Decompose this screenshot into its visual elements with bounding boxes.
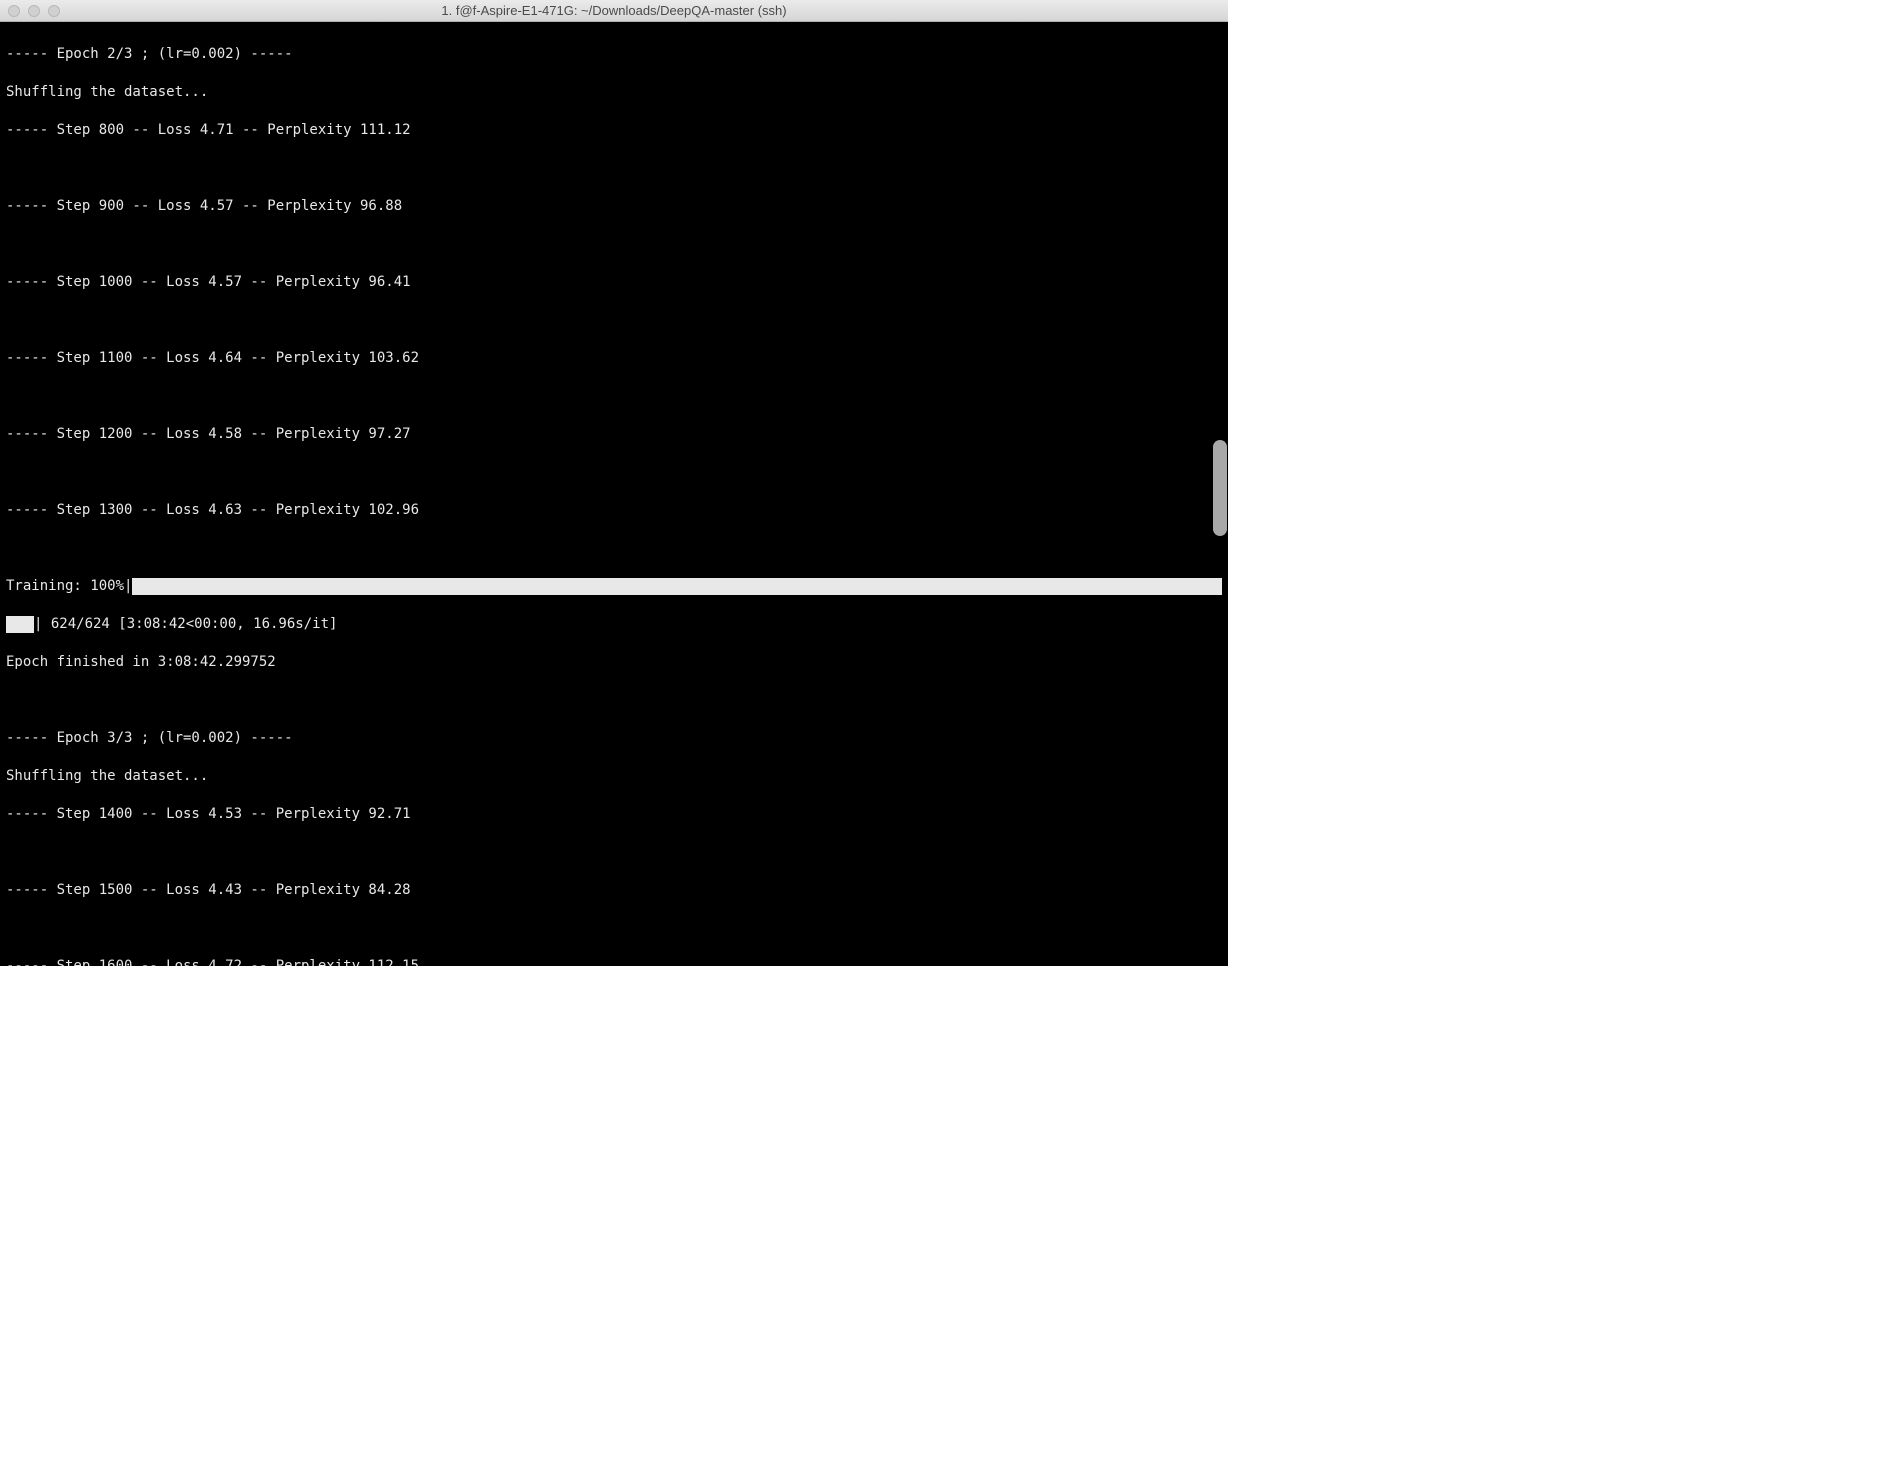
progress-bar-line: Training: 100%| [6, 577, 1222, 596]
terminal-line [6, 235, 1222, 254]
traffic-lights [8, 5, 60, 17]
terminal-line [6, 843, 1222, 862]
terminal-line [6, 919, 1222, 938]
terminal-line: ----- Epoch 3/3 ; (lr=0.002) ----- [6, 729, 1222, 748]
maximize-icon[interactable] [48, 5, 60, 17]
terminal-window: 1. f@f-Aspire-E1-471G: ~/Downloads/DeepQ… [0, 0, 1228, 966]
terminal-line: Shuffling the dataset... [6, 83, 1222, 102]
terminal-line: ----- Step 1300 -- Loss 4.63 -- Perplexi… [6, 501, 1222, 520]
minimize-icon[interactable] [28, 5, 40, 17]
progress-remainder-line: | 624/624 [3:08:42<00:00, 16.96s/it] [6, 615, 1222, 634]
terminal-line [6, 311, 1222, 330]
terminal-line: ----- Step 1000 -- Loss 4.57 -- Perplexi… [6, 273, 1222, 292]
terminal-line [6, 159, 1222, 178]
terminal-line [6, 539, 1222, 558]
progress-bar-fill [132, 578, 1222, 595]
terminal-line [6, 691, 1222, 710]
terminal-line: ----- Step 900 -- Loss 4.57 -- Perplexit… [6, 197, 1222, 216]
window-titlebar[interactable]: 1. f@f-Aspire-E1-471G: ~/Downloads/DeepQ… [0, 0, 1228, 22]
terminal-line: ----- Epoch 2/3 ; (lr=0.002) ----- [6, 45, 1222, 64]
terminal-line: ----- Step 1600 -- Loss 4.72 -- Perplexi… [6, 957, 1222, 966]
close-icon[interactable] [8, 5, 20, 17]
terminal-line: Shuffling the dataset... [6, 767, 1222, 786]
terminal-content[interactable]: ----- Epoch 2/3 ; (lr=0.002) ----- Shuff… [0, 22, 1228, 966]
terminal-line [6, 387, 1222, 406]
terminal-line: ----- Step 1400 -- Loss 4.53 -- Perplexi… [6, 805, 1222, 824]
terminal-line: ----- Step 1500 -- Loss 4.43 -- Perplexi… [6, 881, 1222, 900]
terminal-line [6, 463, 1222, 482]
window-title: 1. f@f-Aspire-E1-471G: ~/Downloads/DeepQ… [441, 3, 786, 18]
progress-label: Training: 100%| [6, 577, 132, 596]
terminal-line: ----- Step 1100 -- Loss 4.64 -- Perplexi… [6, 349, 1222, 368]
scrollbar-thumb[interactable] [1213, 440, 1227, 536]
terminal-line: Epoch finished in 3:08:42.299752 [6, 653, 1222, 672]
progress-bar-fill [6, 616, 34, 633]
progress-stats: | 624/624 [3:08:42<00:00, 16.96s/it] [34, 615, 337, 634]
terminal-line: ----- Step 1200 -- Loss 4.58 -- Perplexi… [6, 425, 1222, 444]
terminal-line: ----- Step 800 -- Loss 4.71 -- Perplexit… [6, 121, 1222, 140]
